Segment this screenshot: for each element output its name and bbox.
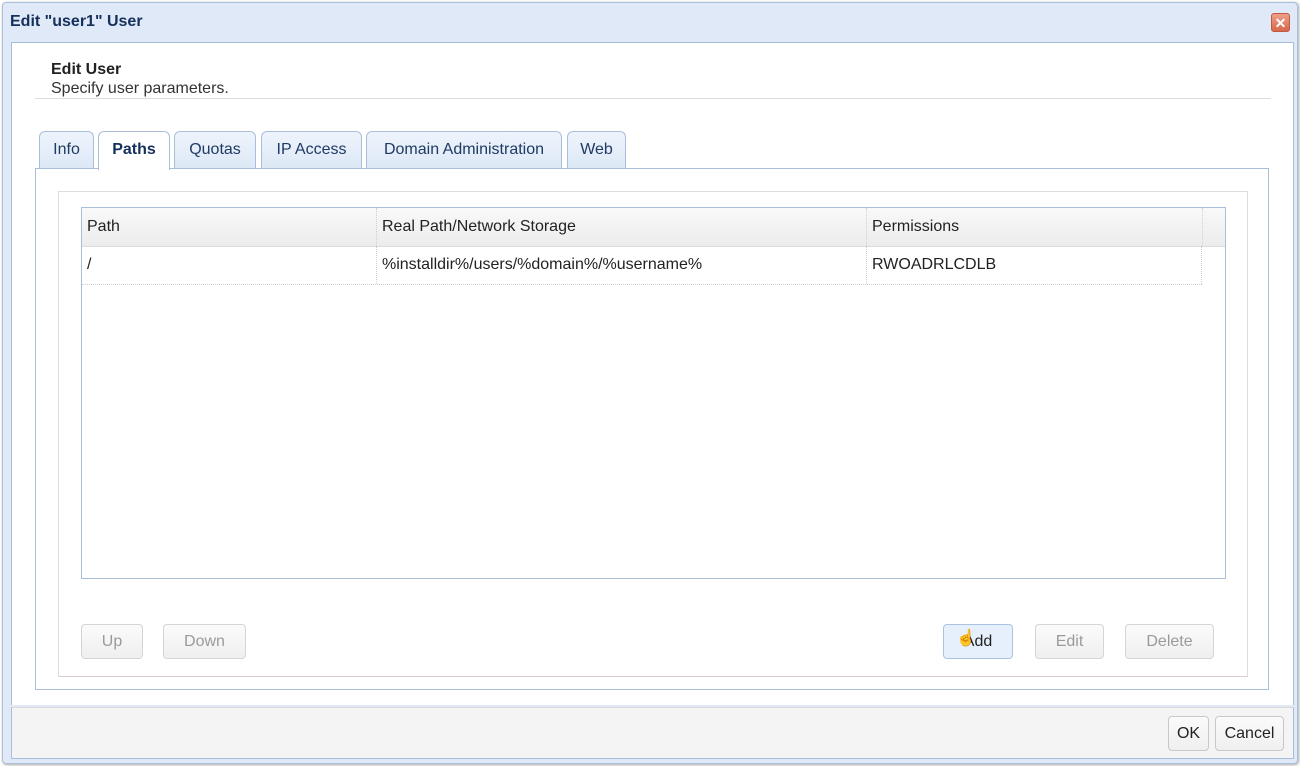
down-button[interactable]: Down bbox=[163, 624, 246, 659]
paths-table: Path Real Path/Network Storage Permissio… bbox=[81, 207, 1226, 579]
column-header-path[interactable]: Path bbox=[82, 208, 377, 246]
cell-real-path: %installdir%/users/%domain%/%username% bbox=[377, 246, 867, 284]
add-button[interactable]: Add bbox=[943, 624, 1013, 659]
paths-panel: Path Real Path/Network Storage Permissio… bbox=[58, 191, 1248, 677]
table-row[interactable]: / %installdir%/users/%domain%/%username%… bbox=[82, 246, 1202, 285]
dialog-footer: OK Cancel bbox=[11, 707, 1294, 759]
tab-web[interactable]: Web bbox=[567, 131, 626, 168]
dialog-title: Edit "user1" User bbox=[10, 13, 143, 30]
cell-path: / bbox=[82, 246, 377, 284]
cell-permissions: RWOADRLCDLB bbox=[867, 246, 1202, 284]
cancel-button[interactable]: Cancel bbox=[1215, 716, 1284, 751]
ok-button[interactable]: OK bbox=[1168, 716, 1209, 751]
tab-paths[interactable]: Paths bbox=[98, 131, 170, 170]
edit-button[interactable]: Edit bbox=[1035, 624, 1104, 659]
tab-quotas[interactable]: Quotas bbox=[174, 131, 256, 168]
up-button[interactable]: Up bbox=[81, 624, 143, 659]
tab-domain-administration[interactable]: Domain Administration bbox=[366, 131, 562, 168]
paths-tab-panel: Path Real Path/Network Storage Permissio… bbox=[35, 168, 1269, 690]
close-button[interactable]: ✕ bbox=[1271, 13, 1290, 32]
section-heading: Edit User bbox=[51, 61, 122, 78]
header-divider bbox=[35, 98, 1271, 99]
edit-user-dialog: Edit "user1" User ✕ Edit User Specify us… bbox=[2, 2, 1298, 764]
delete-button[interactable]: Delete bbox=[1125, 624, 1214, 659]
column-header-real-path[interactable]: Real Path/Network Storage bbox=[377, 208, 867, 246]
close-icon: ✕ bbox=[1274, 15, 1287, 31]
dialog-body: Edit User Specify user parameters. Info … bbox=[11, 42, 1294, 705]
tab-info[interactable]: Info bbox=[39, 131, 94, 168]
hand-cursor-icon: ☝ bbox=[956, 630, 976, 647]
table-header: Path Real Path/Network Storage Permissio… bbox=[82, 208, 1225, 247]
section-description: Specify user parameters. bbox=[51, 80, 229, 97]
tab-ip-access[interactable]: IP Access bbox=[261, 131, 362, 168]
column-header-permissions[interactable]: Permissions bbox=[867, 208, 1203, 246]
